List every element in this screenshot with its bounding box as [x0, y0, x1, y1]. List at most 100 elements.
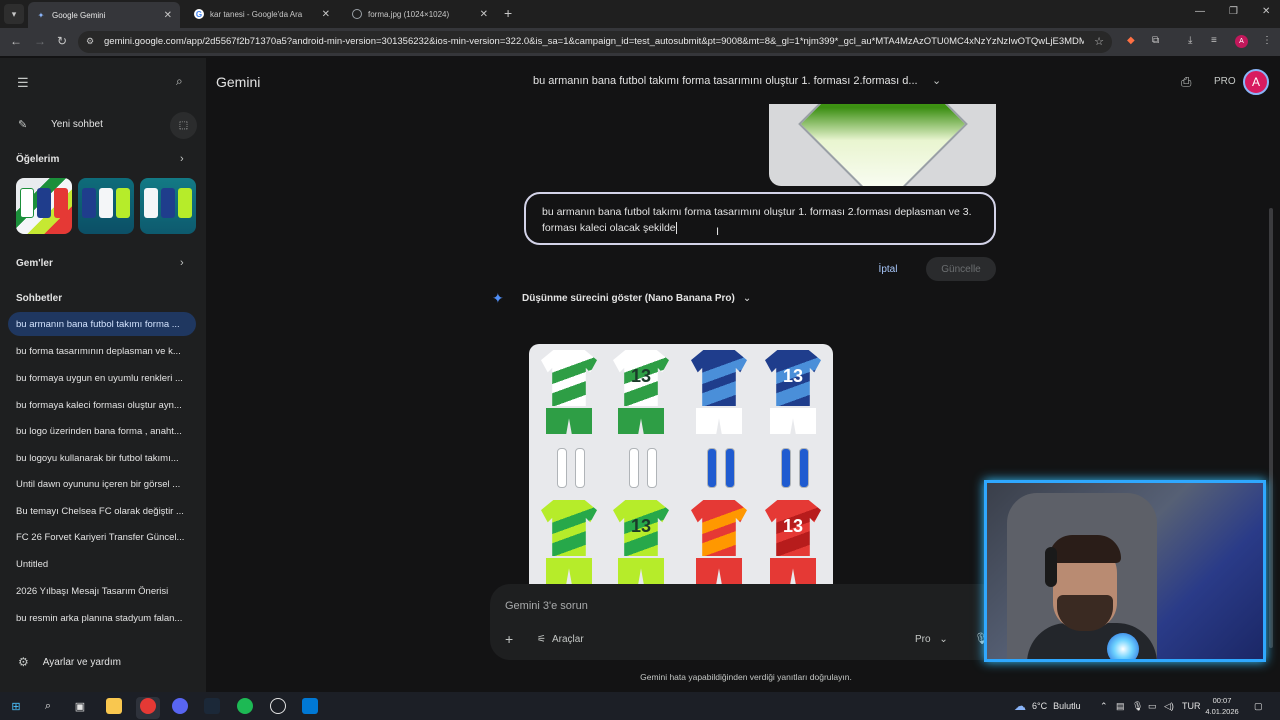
diamond-crest-graphic: [798, 104, 968, 186]
sidebar-chat-item[interactable]: Untitled: [8, 552, 196, 576]
tab-search-icon[interactable]: ▾: [4, 4, 24, 24]
new-tab-icon[interactable]: +: [504, 5, 512, 21]
close-icon[interactable]: ✕: [480, 9, 488, 20]
minimize-icon[interactable]: —: [1195, 6, 1205, 17]
scrollbar[interactable]: [1269, 208, 1273, 648]
pro-badge[interactable]: PRO: [1214, 76, 1236, 87]
language-indicator[interactable]: TUR: [1182, 701, 1201, 711]
chevron-down-icon: ⌄: [939, 634, 948, 645]
gems-heading[interactable]: Gem'ler: [16, 258, 53, 269]
task-view-icon[interactable]: ▣: [72, 698, 88, 714]
model-label: Pro: [915, 634, 931, 645]
search-icon[interactable]: ⌕: [176, 74, 183, 89]
close-icon[interactable]: ✕: [322, 9, 330, 20]
text-caret: [675, 222, 677, 235]
windows-taskbar: [0, 692, 1280, 720]
show-thinking-toggle[interactable]: ✦ Düşünme sürecini göster (Nano Banana P…: [492, 290, 751, 307]
url-text[interactable]: gemini.google.com/app/2d5567f2b71370a5?a…: [104, 36, 1084, 47]
headset-graphic: [1045, 547, 1057, 587]
update-button[interactable]: Güncelle: [926, 257, 996, 281]
sidebar: ☰ ⌕ ✎ Yeni sohbet ⬚ Öğelerim › Gem'ler ›…: [0, 58, 206, 692]
item-thumbnail[interactable]: [78, 178, 134, 234]
kit-sock: [557, 448, 567, 488]
chevron-down-icon[interactable]: ⌄: [932, 74, 941, 87]
browser-toolbar: ← → ↻ ⚙ gemini.google.com/app/2d5567f2b7…: [0, 28, 1280, 56]
windows-start-icon[interactable]: ⊞: [8, 698, 24, 714]
generated-kit-image[interactable]: 13 13 13 13: [529, 344, 833, 590]
sidebar-chat-item[interactable]: bu resmin arka planına stadyum falan...: [8, 606, 196, 630]
sidebar-chat-item[interactable]: bu logo üzerinden bana forma , anaht...: [8, 419, 196, 443]
sidebar-chat-item[interactable]: bu armanın bana futbol takımı forma ...: [8, 312, 196, 336]
avatar[interactable]: A: [1243, 69, 1269, 95]
chevron-up-icon[interactable]: ⌃: [1100, 701, 1108, 712]
bookmark-star-icon[interactable]: ☆: [1094, 35, 1104, 48]
extension-icon[interactable]: ◆: [1127, 35, 1135, 46]
window-close-icon[interactable]: ✕: [1262, 6, 1270, 17]
edit-prompt-value: bu armanın bana futbol takımı forma tasa…: [542, 206, 972, 234]
browser-menu-icon[interactable]: ⋮: [1262, 35, 1272, 46]
file-explorer-icon[interactable]: [106, 698, 122, 714]
item-thumbnail[interactable]: [16, 178, 72, 234]
restore-icon[interactable]: ❐: [1229, 6, 1238, 17]
chrome-icon[interactable]: [140, 698, 156, 714]
close-icon[interactable]: ✕: [164, 10, 172, 21]
browser-tab-google-search[interactable]: G kar tanesi - Google'da Ara ✕: [186, 2, 338, 26]
forward-icon[interactable]: →: [34, 34, 46, 48]
edit-prompt-field[interactable]: bu armanın bana futbol takımı forma tasa…: [524, 192, 996, 245]
network-icon[interactable]: ▭: [1148, 701, 1157, 712]
share-icon[interactable]: ⎙: [1181, 74, 1191, 90]
sidebar-chat-item[interactable]: 2026 Yılbaşı Mesajı Tasarım Önerisi: [8, 579, 196, 603]
volume-icon[interactable]: ◁): [1164, 701, 1174, 712]
sidebar-chat-item[interactable]: Until dawn oyununu içeren bir görsel ...: [8, 472, 196, 496]
sidebar-chat-item[interactable]: bu forma tasarımının deplasman ve k...: [8, 339, 196, 363]
settings-and-help-button[interactable]: ⚙ Ayarlar ve yardım: [8, 650, 198, 674]
clock-date: 4.01.2026: [1205, 707, 1239, 716]
chevron-right-icon[interactable]: ›: [180, 257, 184, 269]
weather-condition: Bulutlu: [1053, 701, 1081, 711]
obs-icon[interactable]: [270, 698, 286, 714]
discord-icon[interactable]: [172, 698, 188, 714]
item-thumbnail[interactable]: [140, 178, 196, 234]
spotify-icon[interactable]: [237, 698, 253, 714]
gemini-brand[interactable]: Gemini: [216, 74, 260, 90]
prompt-input[interactable]: Gemini 3'e sorun: [505, 600, 588, 612]
browser-tab-image[interactable]: forma.jpg (1024×1024) ✕: [344, 2, 496, 26]
chevron-right-icon[interactable]: ›: [180, 153, 184, 165]
model-selector[interactable]: Pro ⌄: [915, 634, 948, 645]
weather-widget[interactable]: ☁ 6°C Bulutlu: [1014, 699, 1081, 713]
kit-sock: [647, 448, 657, 488]
cancel-button[interactable]: İptal: [866, 258, 910, 280]
extensions-puzzle-icon[interactable]: ⧉: [1152, 35, 1159, 46]
browser-profile-avatar[interactable]: A: [1235, 35, 1248, 48]
kit-number: 13: [782, 516, 804, 536]
clock[interactable]: 00:07 4.01.2026: [1202, 695, 1242, 717]
microphone-icon[interactable]: 🎙: [1132, 701, 1143, 712]
back-icon[interactable]: ←: [10, 34, 22, 48]
site-info-icon[interactable]: ⚙: [86, 36, 94, 47]
steam-icon[interactable]: [204, 698, 220, 714]
add-attachment-icon[interactable]: +: [505, 631, 513, 647]
tray-app-icon[interactable]: ▤: [1116, 701, 1125, 712]
sidebar-chat-item[interactable]: bu formaya kaleci forması oluştur ayn...: [8, 393, 196, 417]
tools-button[interactable]: ⚟ Araçlar: [537, 634, 584, 645]
sidebar-chat-item[interactable]: bu logoyu kullanarak bir futbol takımı..…: [8, 446, 196, 470]
sidebar-chat-item[interactable]: FC 26 Forvet Kariyeri Transfer Güncel...: [8, 525, 196, 549]
edit-prompt-text[interactable]: bu armanın bana futbol takımı forma tasa…: [542, 204, 986, 236]
media-control-icon[interactable]: ≡: [1211, 35, 1217, 46]
search-icon[interactable]: ⌕: [40, 698, 56, 714]
photos-icon[interactable]: [302, 698, 318, 714]
notification-icon[interactable]: ▢: [1254, 701, 1263, 712]
reload-icon[interactable]: ↻: [57, 34, 67, 48]
conversation-title[interactable]: bu armanın bana futbol takımı forma tasa…: [533, 75, 933, 87]
tab-title: kar tanesi - Google'da Ara: [210, 9, 303, 19]
browser-tab-gemini[interactable]: ✦ Google Gemini ✕: [28, 2, 180, 28]
temporary-chat-icon[interactable]: ⬚: [170, 112, 197, 139]
hamburger-menu-icon[interactable]: ☰: [17, 75, 29, 91]
sidebar-chat-item[interactable]: Bu temayı Chelsea FC olarak değiştir ...: [8, 499, 196, 523]
download-icon[interactable]: ⤓: [1188, 35, 1192, 46]
previous-generated-image[interactable]: [769, 104, 996, 186]
sidebar-chat-item[interactable]: bu formaya uygun en uyumlu renkleri ...: [8, 366, 196, 390]
address-bar[interactable]: ⚙ gemini.google.com/app/2d5567f2b71370a5…: [78, 31, 1112, 53]
my-items-heading[interactable]: Öğelerim: [16, 154, 59, 165]
prompt-composer[interactable]: Gemini 3'e sorun + ⚟ Araçlar Pro ⌄ 🎙: [490, 584, 1002, 660]
